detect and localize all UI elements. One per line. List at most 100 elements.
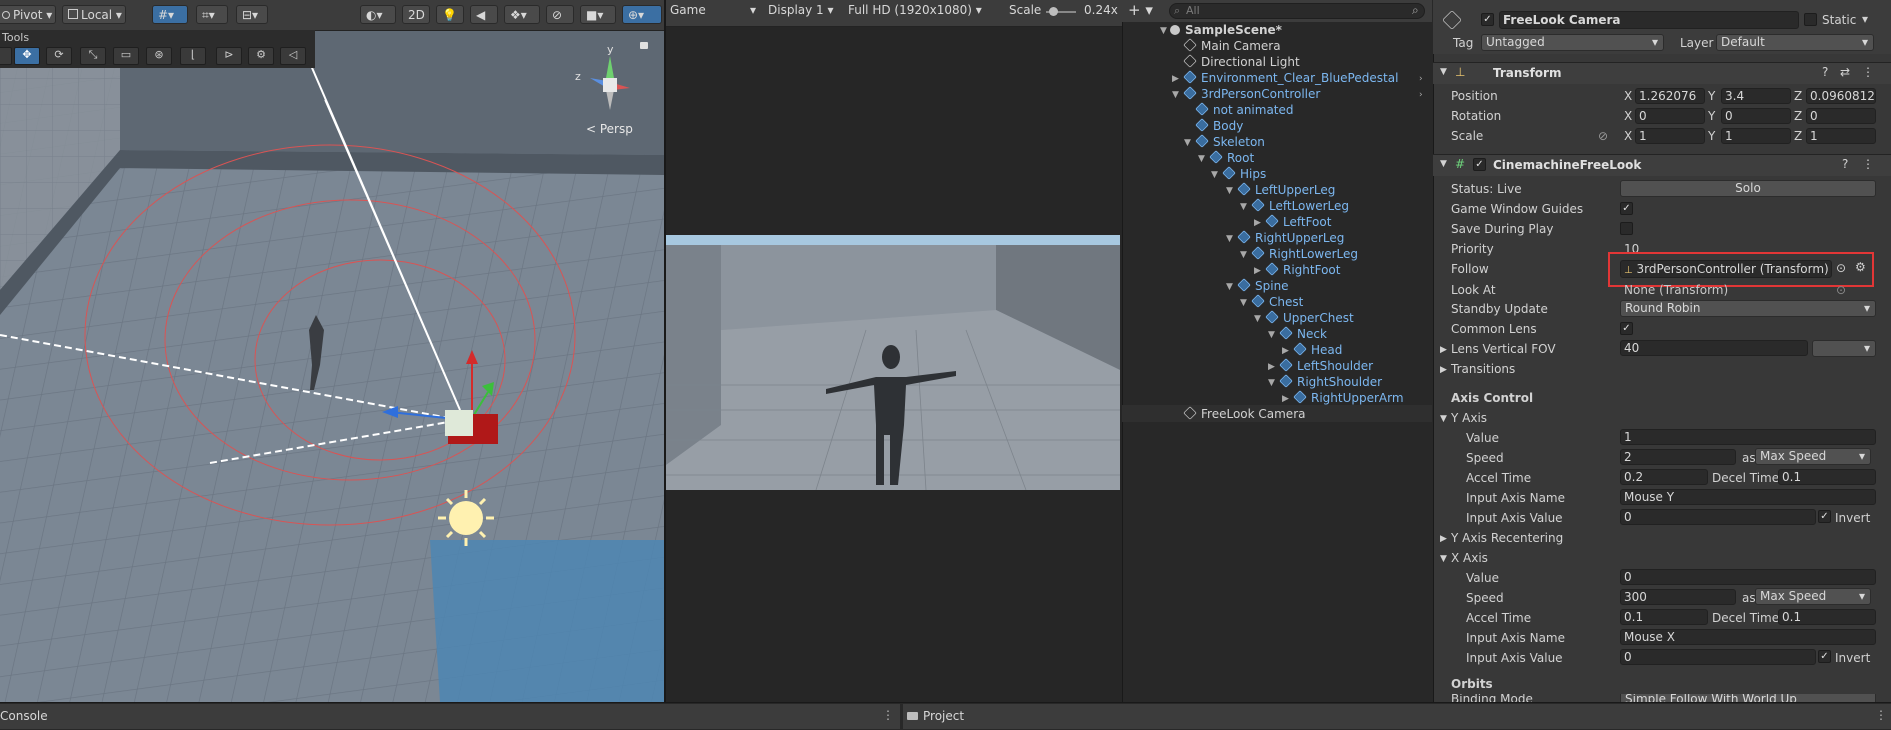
hierarchy-item-body[interactable]: Body [1195,118,1243,134]
y-accel-field[interactable]: 0.2 [1620,469,1708,485]
x-axis-label[interactable]: X Axis [1451,551,1488,565]
fold-arrow-icon[interactable]: ▶ [1282,346,1289,356]
gizmos-dropdown-icon[interactable]: ⊕▾ [622,5,662,24]
fold-arrow-icon[interactable]: ▼ [1240,202,1247,212]
fold-arrow-icon[interactable]: ▼ [1440,67,1447,77]
fold-arrow-icon[interactable]: ▶ [1440,365,1447,375]
game-window-guides-checkbox[interactable]: ✓ [1620,202,1633,215]
hierarchy-item-hips[interactable]: Hips [1222,166,1266,182]
increment-snap-dropdown[interactable]: ⌗▾ [196,5,228,24]
chevron-right-icon[interactable]: › [1419,74,1423,84]
resolution-dropdown[interactable]: Full HD (1920x1080) ▾ [848,3,982,17]
rotation-z-label[interactable]: Z [1794,109,1802,123]
hierarchy-item-leftlowerleg[interactable]: LeftLowerLeg [1251,198,1349,214]
hierarchy-item-environment[interactable]: Environment_Clear_BluePedestal [1183,70,1398,86]
hidden-objects-toggle-icon[interactable]: ⊘ [546,5,574,24]
rotation-x-field[interactable]: 0 [1635,108,1705,124]
custom-tool-1-icon[interactable]: ⌊ [180,47,206,65]
standby-update-dropdown[interactable]: Round Robin ▾ [1620,300,1876,317]
static-checkbox[interactable] [1804,13,1817,26]
y-speed-field[interactable]: 2 [1620,449,1736,465]
rotation-z-field[interactable]: 0 [1806,108,1876,124]
scale-y-field[interactable]: 1 [1721,128,1791,144]
fold-arrow-icon[interactable]: ▼ [1268,378,1275,388]
fold-arrow-icon[interactable]: ▼ [1184,138,1191,148]
fold-arrow-icon[interactable]: ▼ [1226,282,1233,292]
perspective-label[interactable]: < Persp [586,122,633,136]
rotate-tool-icon[interactable]: ⟳ [46,47,72,65]
scale-x-field[interactable]: 1 [1635,128,1705,144]
custom-tool-4-icon[interactable]: ◁ [280,47,306,65]
more-menu-icon[interactable]: ⋮ [882,708,894,722]
position-y-field[interactable]: 3.4 [1721,88,1791,104]
fold-arrow-icon[interactable]: ▼ [1172,90,1179,100]
more-menu-icon[interactable]: ⋮ [1862,157,1874,171]
local-dropdown[interactable]: Local ▾ [62,5,126,24]
camera-dropdown-icon[interactable]: ■▾ [580,5,616,24]
custom-tool-2-icon[interactable]: ⊳ [216,47,242,65]
fold-arrow-icon[interactable]: ▶ [1440,534,1447,544]
fold-arrow-icon[interactable]: ▼ [1440,159,1447,169]
fold-arrow-icon[interactable]: ▶ [1282,394,1289,404]
fold-arrow-icon[interactable]: ▶ [1440,345,1447,355]
rotation-y-field[interactable]: 0 [1721,108,1791,124]
lens-fov-field[interactable]: 40 [1620,340,1808,356]
transitions-label[interactable]: Transitions [1451,362,1515,376]
hierarchy-item-leftshoulder[interactable]: LeftShoulder [1279,358,1373,374]
fold-arrow-icon[interactable]: ▶ [1254,218,1261,228]
binding-mode-dropdown[interactable]: Simple Follow With World Up [1620,694,1876,702]
hierarchy-item-rightlowerleg[interactable]: RightLowerLeg [1251,246,1358,262]
hierarchy-item-main-camera[interactable]: Main Camera [1183,38,1281,54]
x-input-value-field[interactable]: 0 [1620,649,1816,665]
position-z-label[interactable]: Z [1794,89,1802,103]
fold-arrow-icon[interactable]: ▼ [1240,298,1247,308]
hierarchy-item-chest[interactable]: Chest [1251,294,1303,310]
rotation-y-label[interactable]: Y [1708,109,1715,123]
hierarchy-item-rightupperleg[interactable]: RightUpperLeg [1237,230,1344,246]
transform-tool-icon[interactable]: ⊛ [146,47,172,65]
scale-z-label[interactable]: Z [1794,129,1802,143]
fold-arrow-icon[interactable]: ▼ [1240,250,1247,260]
fold-arrow-icon[interactable]: ▶ [1172,74,1179,84]
x-input-name-field[interactable]: Mouse X [1620,629,1876,645]
chevron-right-icon[interactable]: › [1419,90,1423,100]
x-speed-field[interactable]: 300 [1620,589,1736,605]
x-decel-field[interactable]: 0.1 [1778,609,1876,625]
fold-arrow-icon[interactable]: ▼ [1254,314,1261,324]
lens-preset-dropdown[interactable]: ▾ [1812,340,1876,357]
x-accel-field[interactable]: 0.1 [1620,609,1708,625]
help-icon[interactable]: ? [1822,65,1828,79]
y-input-name-field[interactable]: Mouse Y [1620,489,1876,505]
object-picker-icon[interactable]: ⊙ [1836,283,1846,297]
hierarchy-item-freelook-camera[interactable]: FreeLook Camera [1183,406,1305,422]
y-invert-checkbox[interactable]: ✓ [1818,510,1831,523]
hierarchy-item-samplescene[interactable]: SampleScene* [1170,22,1282,38]
common-lens-checkbox[interactable]: ✓ [1620,322,1633,335]
rect-tool-icon[interactable]: ▭ [113,47,139,65]
layer-dropdown[interactable]: Default ▾ [1716,34,1874,51]
y-recentering-label[interactable]: Y Axis Recentering [1451,531,1563,545]
custom-tool-3-icon[interactable]: ⚙ [248,47,274,65]
hierarchy-item-rightfoot[interactable]: RightFoot [1265,262,1340,278]
hierarchy-item-root[interactable]: Root [1209,150,1254,166]
hierarchy-item-neck[interactable]: Neck [1279,326,1327,342]
constrain-proportions-icon[interactable]: ⊘ [1598,129,1608,143]
search-icon-button[interactable]: ⌕ [1412,3,1419,18]
display-dropdown[interactable]: Display 1 ▾ [768,3,834,17]
static-dropdown-icon[interactable]: ▾ [1862,12,1868,26]
hierarchy-item-spine[interactable]: Spine [1237,278,1289,294]
fold-arrow-icon[interactable]: ▼ [1268,330,1275,340]
scale-slider-handle[interactable] [1049,7,1058,16]
add-object-button[interactable]: + ▾ [1128,1,1153,19]
project-panel-tab[interactable]: Project ⋮ [903,704,1891,729]
save-during-play-checkbox[interactable] [1620,222,1633,235]
fold-arrow-icon[interactable]: ▶ [1254,266,1261,276]
rotation-x-label[interactable]: X [1624,109,1632,123]
view-options-dropdown[interactable]: ⊟▾ [236,5,268,24]
effects-dropdown-icon[interactable]: ❖▾ [504,5,540,24]
y-input-value-field[interactable]: 0 [1620,509,1816,525]
position-x-field[interactable]: 1.262076 [1635,88,1705,104]
tag-dropdown[interactable]: Untagged ▾ [1481,34,1664,51]
fold-arrow-icon[interactable]: ▼ [1440,554,1447,564]
fold-arrow-icon[interactable]: ▼ [1226,234,1233,244]
